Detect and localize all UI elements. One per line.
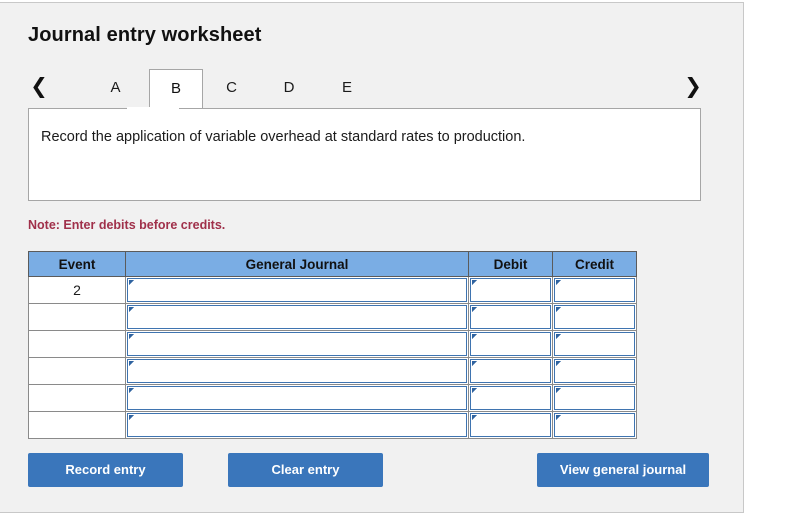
debit-note: Note: Enter debits before credits. xyxy=(28,218,226,232)
credit-input[interactable] xyxy=(554,359,635,383)
event-number-cell xyxy=(28,330,126,358)
credit-cell[interactable] xyxy=(552,330,637,358)
column-header-debit: Debit xyxy=(468,251,553,277)
general-journal-account-select[interactable] xyxy=(127,413,467,437)
table-row xyxy=(28,411,637,439)
page-title: Journal entry worksheet xyxy=(28,24,262,46)
credit-cell[interactable] xyxy=(552,357,637,385)
table-header-row: Event General Journal Debit Credit xyxy=(28,251,637,277)
tab-strip: ❮ A B C D E ❯ xyxy=(22,69,722,109)
debit-input[interactable] xyxy=(470,359,551,383)
general-journal-account-select[interactable] xyxy=(127,386,467,410)
table-row xyxy=(28,384,637,412)
event-number-cell: 2 xyxy=(28,276,126,304)
general-journal-cell[interactable] xyxy=(125,357,469,385)
table-row xyxy=(28,303,637,331)
tab-e[interactable]: E xyxy=(318,69,376,107)
credit-input[interactable] xyxy=(554,413,635,437)
credit-input[interactable] xyxy=(554,305,635,329)
general-journal-account-select[interactable] xyxy=(127,332,467,356)
event-number-cell xyxy=(28,411,126,439)
debit-cell[interactable] xyxy=(468,303,553,331)
journal-entry-worksheet-card: Journal entry worksheet ❮ A B C D E ❯ Re… xyxy=(0,2,744,513)
table-row xyxy=(28,357,637,385)
tab-c[interactable]: C xyxy=(203,69,260,107)
general-journal-cell[interactable] xyxy=(125,276,469,304)
tab-a[interactable]: A xyxy=(82,69,149,107)
debit-input[interactable] xyxy=(470,305,551,329)
general-journal-account-select[interactable] xyxy=(127,305,467,329)
credit-cell[interactable] xyxy=(552,411,637,439)
event-number-cell xyxy=(28,303,126,331)
table-row: 2 xyxy=(28,276,637,304)
requirement-text: Record the application of variable overh… xyxy=(41,129,526,145)
chevron-left-icon[interactable]: ❮ xyxy=(22,69,56,107)
record-entry-button[interactable]: Record entry xyxy=(28,453,183,487)
column-header-event: Event xyxy=(28,251,126,277)
journal-entry-table: Event General Journal Debit Credit 2 xyxy=(28,251,637,439)
general-journal-account-select[interactable] xyxy=(127,278,467,302)
debit-input[interactable] xyxy=(470,278,551,302)
debit-cell[interactable] xyxy=(468,384,553,412)
table-row xyxy=(28,330,637,358)
requirement-panel: Record the application of variable overh… xyxy=(28,108,701,201)
event-number-cell xyxy=(28,357,126,385)
credit-cell[interactable] xyxy=(552,303,637,331)
debit-input[interactable] xyxy=(470,332,551,356)
general-journal-account-select[interactable] xyxy=(127,359,467,383)
column-header-general-journal: General Journal xyxy=(125,251,469,277)
general-journal-cell[interactable] xyxy=(125,303,469,331)
credit-cell[interactable] xyxy=(552,384,637,412)
credit-input[interactable] xyxy=(554,386,635,410)
general-journal-cell[interactable] xyxy=(125,411,469,439)
credit-cell[interactable] xyxy=(552,276,637,304)
debit-cell[interactable] xyxy=(468,411,553,439)
chevron-right-icon[interactable]: ❯ xyxy=(676,69,710,107)
credit-input[interactable] xyxy=(554,278,635,302)
tab-d[interactable]: D xyxy=(260,69,318,107)
clear-entry-button[interactable]: Clear entry xyxy=(228,453,383,487)
column-header-credit: Credit xyxy=(552,251,637,277)
general-journal-cell[interactable] xyxy=(125,384,469,412)
view-general-journal-button[interactable]: View general journal xyxy=(537,453,709,487)
general-journal-cell[interactable] xyxy=(125,330,469,358)
debit-cell[interactable] xyxy=(468,330,553,358)
event-number-cell xyxy=(28,384,126,412)
debit-cell[interactable] xyxy=(468,276,553,304)
debit-input[interactable] xyxy=(470,386,551,410)
debit-cell[interactable] xyxy=(468,357,553,385)
tab-b[interactable]: B xyxy=(149,69,203,109)
credit-input[interactable] xyxy=(554,332,635,356)
debit-input[interactable] xyxy=(470,413,551,437)
active-tab-notch xyxy=(127,107,179,110)
